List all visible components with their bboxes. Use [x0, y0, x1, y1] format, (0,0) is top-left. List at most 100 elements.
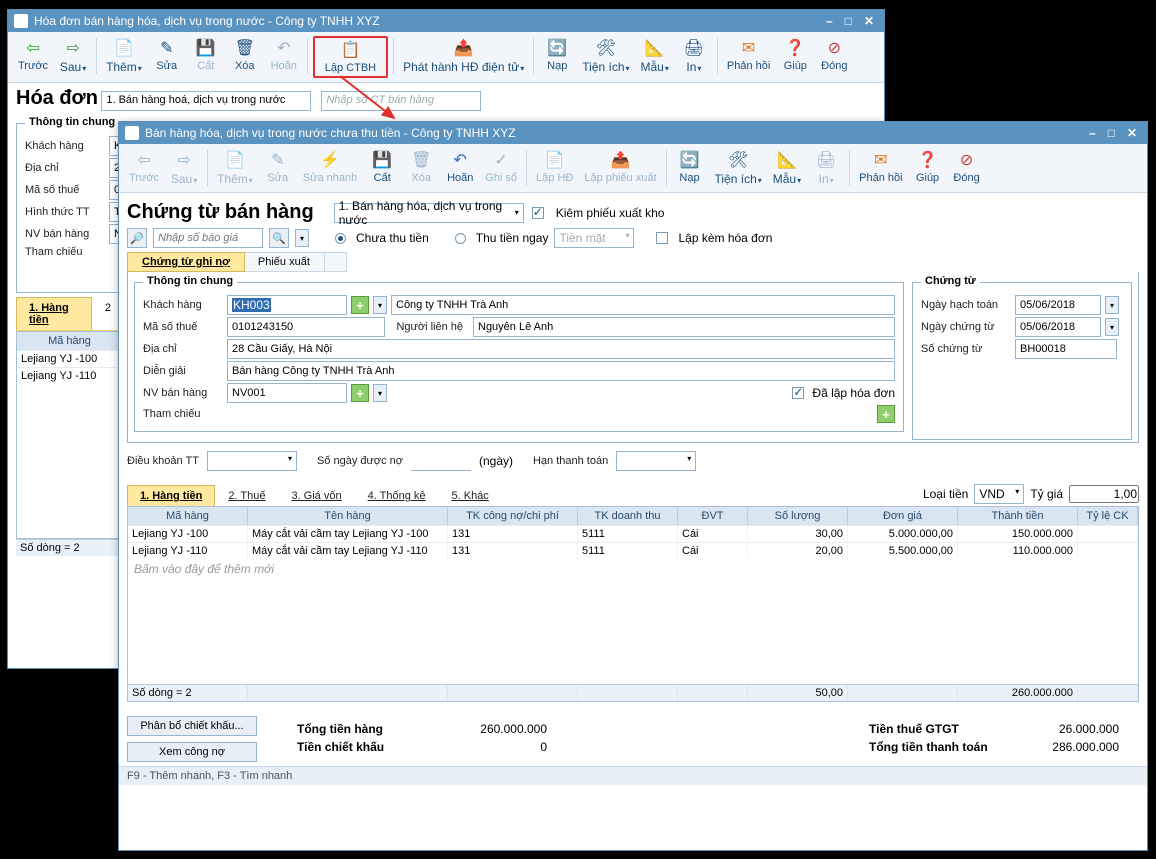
app-icon [125, 126, 139, 140]
save-button[interactable]: 💾Cất [364, 148, 400, 186]
ct-search-input[interactable]: Nhập số CT bán hàng [321, 91, 481, 111]
date-picker-icon[interactable]: ▾ [1105, 318, 1119, 336]
salesman-input[interactable] [227, 383, 347, 403]
add-ref-button[interactable]: + [877, 405, 895, 423]
exrate-label: Tỷ giá [1030, 487, 1063, 501]
voucher-no-input[interactable] [1015, 339, 1117, 359]
ref-label: Tham chiếu [25, 246, 105, 258]
col-sl[interactable]: Số lượng [748, 507, 848, 525]
contact-input[interactable] [473, 317, 895, 337]
date-picker-icon[interactable]: ▾ [1105, 296, 1119, 314]
print-button[interactable]: 🖨In▾ [676, 36, 712, 76]
invoice-type-combo[interactable]: 1. Bán hàng hoá, dịch vụ trong nước [101, 91, 311, 111]
radio-unpaid[interactable] [335, 233, 346, 244]
add-row-hint[interactable]: Bấm vào đây để thêm mới [128, 559, 1138, 579]
search-button[interactable]: 🔍 [269, 228, 289, 248]
lookup-icon[interactable]: 🔎 [127, 228, 147, 248]
tab-phieuxuat[interactable]: Phiếu xuất [244, 253, 325, 271]
page-title: Hóa đơn [16, 87, 98, 109]
close-btn[interactable]: ⊘Đóng [816, 36, 852, 74]
customer-name-input[interactable] [391, 295, 895, 315]
phanbo-button[interactable]: Phân bổ chiết khấu... [127, 716, 257, 736]
xemcongno-button[interactable]: Xem công nợ [127, 742, 257, 762]
customer-dropdown[interactable]: ▾ [373, 296, 387, 314]
maximize-button[interactable]: □ [845, 14, 852, 28]
next-button[interactable]: ⇨Sau▾ [55, 36, 91, 76]
reload-button[interactable]: 🔄Nạp [539, 36, 575, 74]
edit-button[interactable]: ✎Sửa [149, 36, 185, 74]
close-button[interactable]: ✕ [864, 14, 874, 28]
undo-button[interactable]: ↶Hoãn [442, 148, 478, 186]
add-salesman-button[interactable]: + [351, 384, 369, 402]
tab-thue[interactable]: 2. Thuế [215, 485, 278, 506]
exrate-input[interactable] [1069, 485, 1139, 503]
issue-einvoice-button[interactable]: 📤Phát hành HĐ điện tử▾ [399, 36, 528, 76]
utilities-button[interactable]: 🛠Tiện ích▾ [711, 148, 766, 188]
table-row[interactable]: Lejiang YJ -110Máy cắt vải cầm tay Lejia… [128, 542, 1138, 559]
desc-input[interactable] [227, 361, 895, 381]
tab-hangtien[interactable]: 1. Hàng tiền [16, 297, 92, 330]
currency-label: Loại tiền [923, 487, 968, 501]
add-button[interactable]: 📄Thêm▾ [102, 36, 146, 76]
customer-code-input[interactable]: KH003 [227, 295, 347, 315]
next-button: ⇨Sau▾ [166, 148, 202, 188]
feedback-button[interactable]: ✉Phản hồi [855, 148, 906, 186]
voucher-date-input[interactable] [1015, 317, 1101, 337]
col-tyck[interactable]: Tỷ lệ CK [1078, 507, 1138, 525]
subtotal-value: 260.000.000 [447, 722, 547, 736]
accounting-date-input[interactable] [1015, 295, 1101, 315]
feedback-button[interactable]: ✉Phản hồi [723, 36, 774, 74]
template-button[interactable]: 📐Mẫu▾ [769, 148, 805, 188]
delete-button[interactable]: 🗑Xóa [227, 36, 263, 74]
col-tenhang[interactable]: Tên hàng [248, 507, 448, 525]
reload-button[interactable]: 🔄Nạp [672, 148, 708, 186]
tab-hangtien[interactable]: 1. Hàng tiền [127, 485, 215, 506]
help-button[interactable]: ❓Giúp [777, 36, 813, 74]
template-button[interactable]: 📐Mẫu▾ [637, 36, 673, 76]
salesman-label: NV bán hàng [25, 228, 105, 240]
col-dvt[interactable]: ĐVT [678, 507, 748, 525]
minimize-button[interactable]: – [1089, 126, 1096, 140]
currency-combo[interactable]: VND▾ [974, 484, 1024, 504]
duedate-combo[interactable]: ▾ [616, 451, 696, 471]
salesman-dropdown[interactable]: ▾ [373, 384, 387, 402]
col-mahang[interactable]: Mã hàng [17, 332, 123, 350]
address-input[interactable] [227, 339, 895, 359]
quote-search-input[interactable] [153, 228, 263, 248]
radio-paidnow[interactable] [455, 233, 466, 244]
days-input[interactable] [411, 451, 471, 471]
page-title: Chứng từ bán hàng [127, 201, 314, 224]
utilities-button[interactable]: 🛠Tiện ích▾ [578, 36, 633, 76]
col-mahang[interactable]: Mã hàng [128, 507, 248, 525]
terms-combo[interactable]: ▾ [207, 451, 297, 471]
sale-type-combo[interactable]: 1. Bán hàng hóa, dịch vụ trong nước▾ [334, 203, 524, 223]
radio-unpaid-label: Chưa thu tiền [356, 231, 429, 245]
close-button[interactable]: ✕ [1127, 126, 1137, 140]
tab-khac[interactable]: 5. Khác [439, 485, 502, 506]
tab-giavon[interactable]: 3. Giá vốn [278, 485, 354, 506]
search-dropdown[interactable]: ▾ [295, 229, 309, 247]
col-tkcn[interactable]: TK công nợ/chi phí [448, 507, 578, 525]
maximize-button[interactable]: □ [1108, 126, 1115, 140]
add-customer-button[interactable]: + [351, 296, 369, 314]
lapctbh-button[interactable]: 📋Lập CTBH [313, 36, 388, 78]
tax-input[interactable] [227, 317, 385, 337]
table-cell[interactable]: Lejiang YJ -100 [17, 351, 123, 367]
minimize-button[interactable]: – [826, 14, 833, 28]
delete-button: 🗑Xóa [403, 148, 439, 186]
dalap-checkbox[interactable] [792, 387, 804, 399]
table-cell[interactable]: Lejiang YJ -110 [17, 368, 123, 384]
col-tt[interactable]: Thành tiền [958, 507, 1078, 525]
close-btn[interactable]: ⊘Đóng [949, 148, 985, 186]
lapkem-checkbox[interactable] [656, 232, 668, 244]
col-dg[interactable]: Đơn giá [848, 507, 958, 525]
tab-thongke[interactable]: 4. Thống kê [355, 485, 439, 506]
prev-button[interactable]: ⇦Trước [14, 36, 52, 74]
help-button[interactable]: ❓Giúp [910, 148, 946, 186]
col-tkdt[interactable]: TK doanh thu [578, 507, 678, 525]
post-button: ✓Ghi sổ [481, 148, 521, 186]
table-row[interactable]: Lejiang YJ -100Máy cắt vải cầm tay Lejia… [128, 525, 1138, 542]
kiem-px-checkbox[interactable] [532, 207, 544, 219]
tab-ghino[interactable]: Chứng từ ghi nợ [127, 252, 245, 272]
dalap-label: Đã lập hóa đơn [812, 386, 895, 400]
